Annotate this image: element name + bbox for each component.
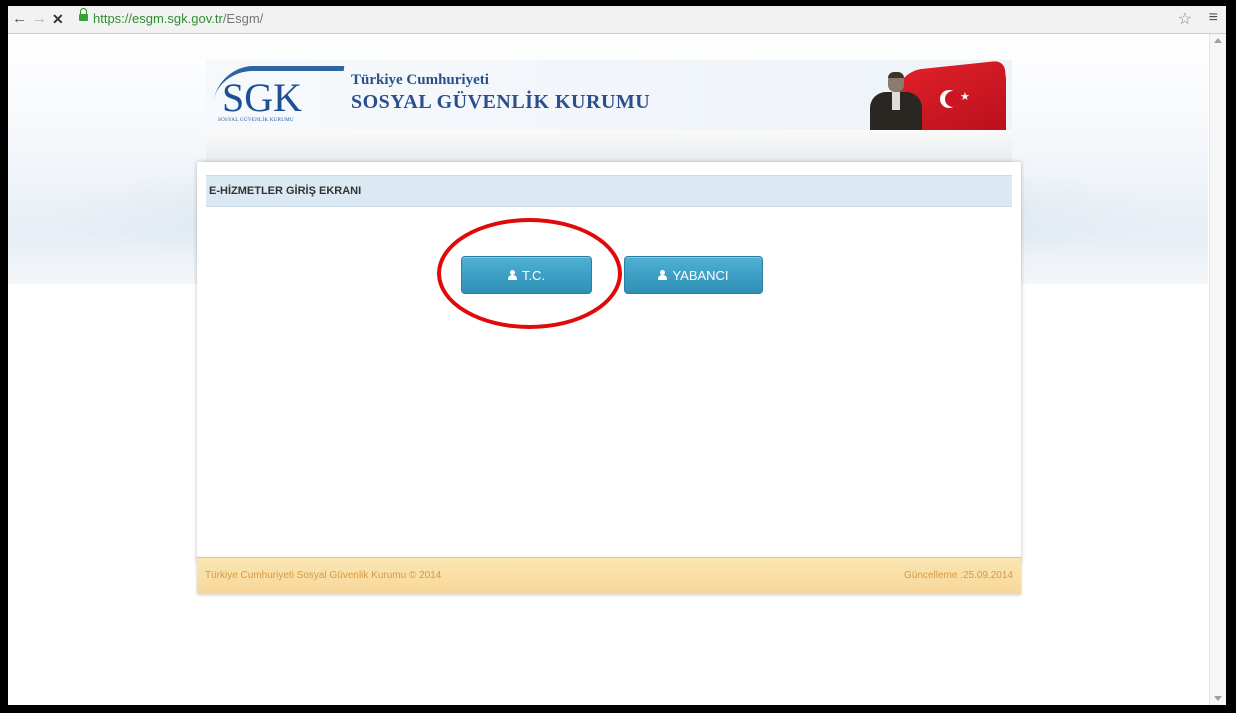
org-name-line1: Türkiye Cumhuriyeti: [351, 72, 489, 88]
portrait: [866, 72, 926, 130]
footer-update-date: Güncelleme :25.09.2014: [904, 570, 1013, 581]
logo-subtext: SOSYAL GÜVENLİK KURUMU: [218, 118, 294, 123]
tc-login-button[interactable]: T.C.: [461, 256, 592, 294]
back-icon[interactable]: ←: [12, 10, 27, 28]
stop-icon[interactable]: ✕: [52, 10, 64, 28]
user-icon: [507, 270, 517, 280]
forward-icon[interactable]: →: [32, 10, 47, 28]
crescent-cut: [945, 91, 961, 107]
page-content: SGK SOSYAL GÜVENLİK KURUMU Türkiye Cumhu…: [8, 34, 1208, 705]
scroll-up-icon[interactable]: [1214, 38, 1222, 43]
page-footer: Türkiye Cumhuriyeti Sosyal Güvenlik Kuru…: [197, 557, 1021, 594]
address-bar[interactable]: https://esgm.sgk.gov.tr/Esgm/: [93, 11, 263, 27]
star-icon: ★: [960, 91, 970, 103]
footer-copyright: Türkiye Cumhuriyeti Sosyal Güvenlik Kuru…: [205, 570, 442, 581]
scroll-down-icon[interactable]: [1214, 696, 1222, 701]
url-host: https://esgm.sgk.gov.tr: [93, 11, 223, 26]
foreign-login-button[interactable]: YABANCI: [624, 256, 763, 294]
logo-text: SGK: [222, 75, 303, 120]
browser-menu-icon[interactable]: ≡: [1209, 9, 1218, 27]
banner-subheader: [206, 130, 1012, 165]
browser-toolbar: ← → ✕ https://esgm.sgk.gov.tr/Esgm/ ☆ ≡: [8, 6, 1226, 34]
bookmark-star-icon[interactable]: ☆: [1178, 9, 1192, 29]
ataturk-flag-image: ★: [856, 60, 1006, 130]
browser-window: ← → ✕ https://esgm.sgk.gov.tr/Esgm/ ☆ ≡ …: [8, 6, 1226, 705]
tc-button-label: T.C.: [521, 267, 546, 283]
url-path: /Esgm/: [222, 11, 264, 26]
user-icon: [658, 270, 668, 280]
panel-title: E-HİZMETLER GİRİŞ EKRANI: [206, 175, 1012, 207]
lock-icon: [79, 8, 88, 21]
site-banner: SGK SOSYAL GÜVENLİK KURUMU Türkiye Cumhu…: [206, 60, 1012, 130]
login-panel: E-HİZMETLER GİRİŞ EKRANI T.C. YABANCI: [197, 162, 1021, 562]
vertical-scrollbar[interactable]: [1209, 34, 1226, 705]
org-name-line2: SOSYAL GÜVENLİK KURUMU: [351, 91, 651, 113]
foreign-button-label: YABANCI: [672, 267, 729, 283]
sgk-logo[interactable]: SGK SOSYAL GÜVENLİK KURUMU: [213, 64, 346, 126]
